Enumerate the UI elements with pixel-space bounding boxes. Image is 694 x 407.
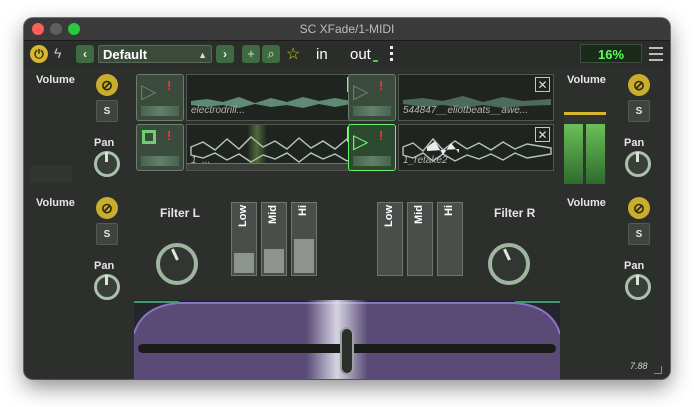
left-pan-label-bottom: Pan — [94, 260, 115, 272]
right-volume-label-top: Volume — [567, 74, 606, 86]
play-icon: ▷ — [353, 81, 369, 103]
filter-l-hi-band[interactable]: Hi — [291, 202, 317, 276]
add-preset-button[interactable]: + — [242, 45, 260, 63]
mixer-area: Volume ⊘ S Pan Volume ⊘ S Pan ▷ ! electr… — [24, 68, 670, 379]
deck-a1-waveform[interactable]: electrodrill... ✕ — [186, 74, 366, 121]
window-title: SC XFade/1-MIDI — [299, 22, 395, 36]
filter-r-hi-band[interactable]: Hi — [437, 202, 463, 276]
crossfade-center-highlight — [306, 300, 368, 379]
cpu-meter: 16% — [580, 44, 642, 63]
deck-a2-stop-button[interactable]: ! — [136, 124, 184, 171]
filter-r-knob[interactable] — [488, 243, 530, 285]
filter-l-knob[interactable] — [156, 243, 198, 285]
left-mute-top-icon[interactable]: ⊘ — [96, 74, 118, 96]
right-solo-top-button[interactable]: S — [628, 100, 650, 122]
left-pan-top-knob[interactable] — [94, 151, 120, 177]
right-mute-bottom-icon[interactable]: ⊘ — [628, 197, 650, 219]
alert-icon: ! — [167, 78, 172, 93]
right-volume-label-bottom: Volume — [567, 197, 606, 209]
deck-b1-filename: 544847__eliotbeats__awe... — [403, 105, 529, 116]
version-label: 7.88 — [630, 361, 648, 371]
deck-b1-waveform[interactable]: 544847__eliotbeats__awe... ✕ — [398, 74, 554, 121]
prev-preset-button[interactable]: ‹ — [76, 45, 94, 63]
left-volume-label-top: Volume — [36, 74, 75, 86]
left-solo-bottom-button[interactable]: S — [96, 223, 118, 245]
deck-b1-play-button[interactable]: ▷ ! — [348, 74, 396, 121]
deck-b2-clear-icon[interactable]: ✕ — [535, 127, 550, 142]
right-solo-bottom-button[interactable]: S — [628, 223, 650, 245]
output-indicator — [373, 60, 378, 62]
left-mute-bottom-icon[interactable]: ⊘ — [96, 197, 118, 219]
crossfader-panel[interactable] — [134, 300, 560, 379]
band-label: Mid — [413, 205, 425, 224]
toolbar: ⏻ ϟ ‹ Default ▲▼ › + ⌕ ☆ in out 16% — [24, 41, 670, 78]
meter-right-bar — [586, 124, 605, 184]
deck-b2-filename: 1_retake2 — [403, 155, 448, 166]
stop-icon — [142, 130, 156, 144]
deck-a2-progress-bar[interactable] — [187, 163, 365, 170]
preset-select[interactable]: Default ▲▼ — [98, 45, 212, 78]
alert-icon: ! — [379, 78, 384, 93]
more-options-icon[interactable] — [390, 46, 393, 62]
preset-value: Default — [103, 47, 148, 62]
hamburger-menu-icon[interactable] — [649, 47, 663, 61]
left-pan-bottom-knob[interactable] — [94, 274, 120, 300]
app-window: SC XFade/1-MIDI ⏻ ϟ ‹ Default ▲▼ › + ⌕ ☆… — [24, 18, 670, 379]
filter-r-low-band[interactable]: Low — [377, 202, 403, 276]
mini-waveform — [141, 106, 179, 116]
meter-left-bar — [564, 124, 583, 184]
right-pan-bottom-knob[interactable] — [625, 274, 651, 300]
power-icon[interactable]: ⏻ — [30, 45, 48, 63]
alert-icon: ! — [167, 128, 172, 143]
crossfader-handle[interactable] — [340, 327, 354, 375]
right-mute-top-icon[interactable]: ⊘ — [628, 74, 650, 96]
next-preset-button[interactable]: › — [216, 45, 234, 63]
mini-waveform — [353, 106, 391, 116]
band-label: Low — [237, 205, 249, 227]
deck-b2-waveform[interactable]: 1_retake2 ✕ — [398, 124, 554, 171]
band-label: Mid — [267, 205, 279, 224]
band-fill — [264, 249, 284, 273]
left-volume-label-bottom: Volume — [36, 197, 75, 209]
deck-a1-play-button[interactable]: ▷ ! — [136, 74, 184, 121]
deck-b1-clear-icon[interactable]: ✕ — [535, 77, 550, 92]
filter-l-mid-band[interactable]: Mid — [261, 202, 287, 276]
band-label: Low — [383, 205, 395, 227]
mini-waveform — [141, 156, 179, 166]
input-routing-button[interactable]: in — [316, 46, 328, 63]
bolt-icon[interactable]: ϟ — [54, 45, 61, 61]
resize-grip-icon[interactable] — [654, 366, 662, 374]
left-pan-label-top: Pan — [94, 137, 115, 149]
filter-r-label: Filter R — [494, 206, 536, 220]
band-fill — [294, 239, 314, 273]
right-pan-label-bottom: Pan — [624, 260, 645, 272]
right-pan-top-knob[interactable] — [625, 151, 651, 177]
peak-marker — [564, 112, 606, 115]
play-icon: ▷ — [141, 81, 157, 103]
play-icon: ▷ — [353, 131, 369, 153]
left-level-meter — [30, 165, 72, 183]
output-routing-button[interactable]: out — [350, 46, 371, 63]
star-icon[interactable]: ☆ — [286, 44, 300, 64]
filter-l-low-band[interactable]: Low — [231, 202, 257, 276]
search-icon[interactable]: ⌕ — [262, 45, 280, 63]
band-label: Hi — [443, 205, 455, 216]
filter-r-mid-band[interactable]: Mid — [407, 202, 433, 276]
mini-waveform — [353, 156, 391, 166]
deck-a1-filename: electrodrill... — [191, 105, 245, 116]
filter-l-label: Filter L — [160, 206, 201, 220]
title-bar: SC XFade/1-MIDI — [24, 18, 670, 41]
deck-a2-waveform[interactable]: 1_... ✕ — [186, 124, 366, 171]
deck-b2-play-button[interactable]: ▷ ! — [348, 124, 396, 171]
right-pan-label-top: Pan — [624, 137, 645, 149]
alert-icon: ! — [379, 128, 384, 143]
right-level-meter — [564, 112, 606, 184]
left-solo-top-button[interactable]: S — [96, 100, 118, 122]
band-fill — [234, 253, 254, 273]
band-label: Hi — [297, 205, 309, 216]
